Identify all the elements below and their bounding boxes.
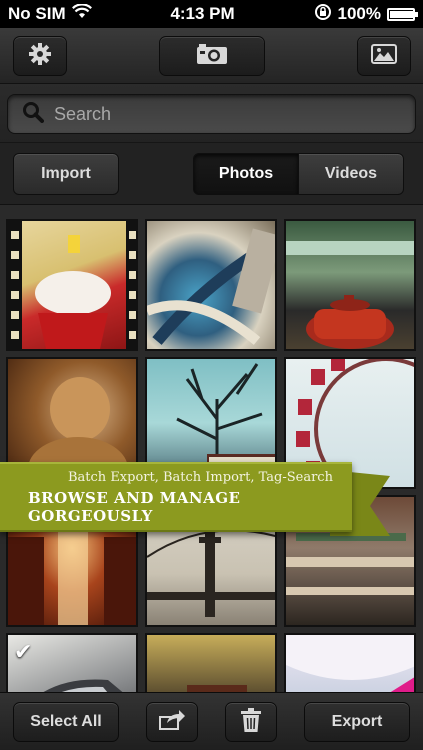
rickshaw-photo[interactable] <box>145 633 277 692</box>
gear-icon <box>28 42 52 71</box>
search-icon <box>22 101 44 128</box>
photo-icon <box>371 43 397 69</box>
share-button[interactable] <box>146 702 198 742</box>
teapot-photo[interactable] <box>284 219 416 351</box>
camera-icon <box>196 43 228 70</box>
battery-percent: 100% <box>337 4 381 23</box>
trash-button[interactable] <box>225 702 277 742</box>
tab-photos[interactable]: Photos <box>193 153 299 195</box>
top-toolbar <box>0 28 423 84</box>
segment-row: Import Photos Videos <box>0 142 423 204</box>
share-icon <box>159 709 185 735</box>
clock: 4:13 PM <box>170 4 235 23</box>
search-input[interactable] <box>54 103 384 125</box>
cupcake-photo[interactable] <box>6 219 138 351</box>
search-bar <box>0 84 423 142</box>
selected-checkmark-icon: ✔ <box>14 639 33 664</box>
camera-button[interactable] <box>159 36 265 76</box>
fisheye-city-photo[interactable] <box>145 219 277 351</box>
gallery-button[interactable] <box>357 36 411 76</box>
airplane-interior-photo[interactable] <box>284 633 416 692</box>
rotation-lock-icon <box>314 3 332 26</box>
select-all-button[interactable]: Select All <box>13 702 119 742</box>
photo-grid: ✔ <box>0 204 423 692</box>
export-button[interactable]: Export <box>304 702 410 742</box>
wifi-icon <box>71 3 92 24</box>
trash-icon <box>241 707 261 737</box>
carrier-label: No SIM <box>8 4 66 23</box>
search-field[interactable] <box>7 94 416 134</box>
banner-subtitle: Batch Export, Batch Import, Tag-Search <box>68 469 333 485</box>
status-bar: No SIM 4:13 PM 100% <box>0 0 423 28</box>
bottom-toolbar: Select All Export <box>0 692 423 750</box>
tab-videos[interactable]: Videos <box>298 153 404 195</box>
car-photo[interactable]: ✔ <box>6 633 138 692</box>
promo-banner: Batch Export, Batch Import, Tag-Search B… <box>0 462 352 532</box>
import-button[interactable]: Import <box>13 153 119 195</box>
battery-icon <box>387 7 418 21</box>
settings-button[interactable] <box>13 36 67 76</box>
banner-title: BROWSE AND MANAGE GORGEOUSLY <box>28 488 241 525</box>
